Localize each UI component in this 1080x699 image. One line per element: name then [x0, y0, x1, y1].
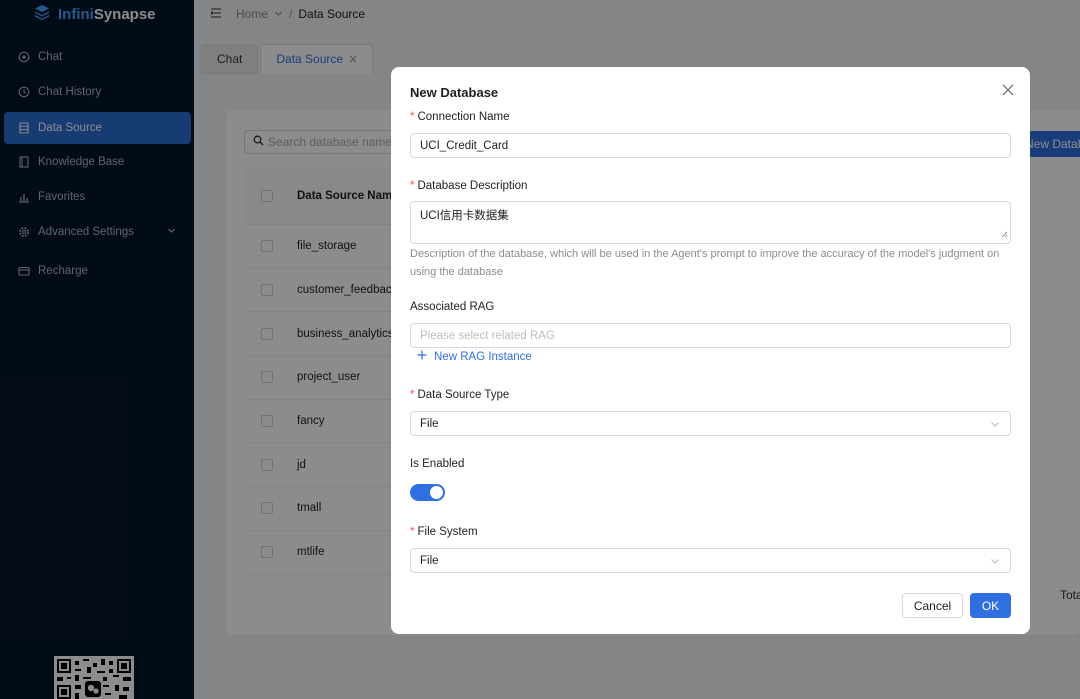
new-database-dialog: New Database * Connection Name UCI_Credit… [391, 67, 1030, 634]
data-source-type-select[interactable]: File [410, 411, 1011, 436]
chevron-down-icon [990, 556, 1000, 569]
is-enabled-label: Is Enabled [410, 458, 465, 470]
database-description-label: * Database Description [410, 180, 528, 192]
resize-grip-icon[interactable] [1001, 229, 1008, 241]
new-rag-instance-button[interactable]: New RAG Instance [417, 350, 532, 363]
toggle-knob [430, 486, 443, 499]
chevron-down-icon [990, 419, 1000, 432]
connection-name-input[interactable]: UCI_Credit_Card [410, 133, 1011, 158]
plus-icon [417, 350, 427, 363]
associated-rag-select[interactable]: Please select related RAG [410, 323, 1011, 348]
cancel-button[interactable]: Cancel [902, 593, 963, 618]
is-enabled-toggle[interactable] [410, 484, 445, 501]
file-system-select[interactable]: File [410, 548, 1011, 573]
file-system-label: * File System [410, 526, 478, 538]
ok-button[interactable]: OK [970, 593, 1011, 618]
data-source-type-label: * Data Source Type [410, 389, 510, 401]
connection-name-label: * Connection Name [410, 111, 510, 123]
close-icon[interactable] [1001, 83, 1015, 97]
dialog-title: New Database [410, 85, 499, 100]
description-help-text: Description of the database, which will … [410, 248, 1000, 278]
database-description-textarea[interactable]: UCI信用卡数据集 [410, 201, 1011, 244]
associated-rag-label: Associated RAG [410, 301, 495, 313]
